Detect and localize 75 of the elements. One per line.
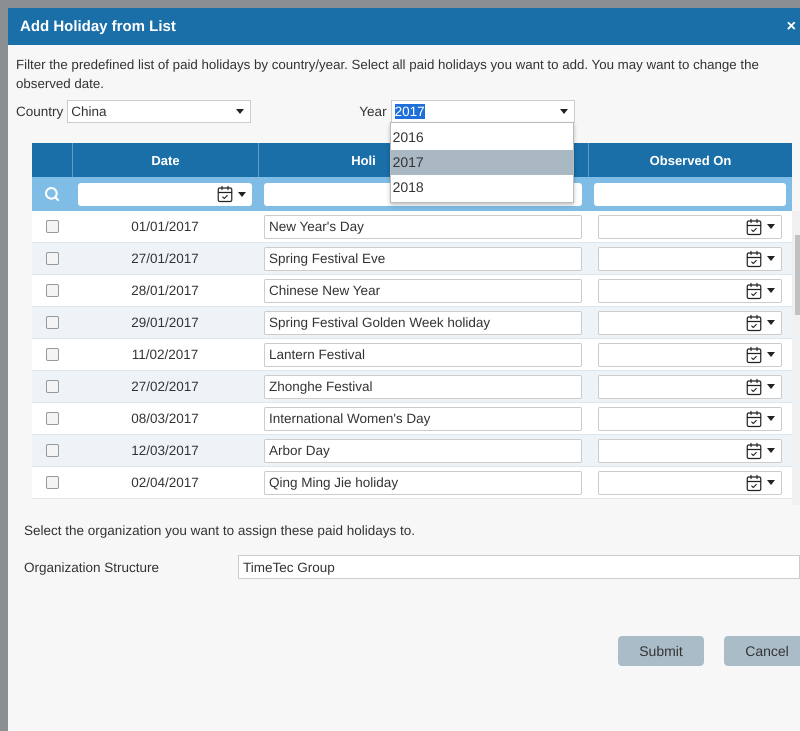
row-checkbox[interactable] [46,220,58,233]
dialog-title: Add Holiday from List [20,18,176,35]
observed-date-field[interactable] [598,406,782,430]
year-option[interactable]: 2016 [390,124,573,150]
holiday-name-field[interactable]: International Women's Day [264,406,582,430]
submit-button[interactable]: Submit [618,636,704,666]
holiday-name-field[interactable]: Qing Ming Jie holiday [264,470,582,494]
cancel-button[interactable]: Cancel [724,636,800,666]
observed-date-field[interactable] [598,310,782,334]
caret-icon [767,384,775,389]
calendar-icon[interactable] [745,442,763,460]
row-checkbox[interactable] [46,348,58,361]
observed-filter-field[interactable] [594,182,786,206]
year-label: Year [359,104,387,118]
caret-icon [767,224,775,229]
observed-date-field[interactable] [598,278,782,302]
observed-date-field[interactable] [598,374,782,398]
row-checkbox[interactable] [46,252,58,265]
date-cell-text: 01/01/2017 [130,219,200,234]
organization-label: Organization Structure [24,560,160,574]
caret-icon [767,448,775,453]
caret-icon [238,192,246,196]
instructions-text: Filter the predefined list of paid holidays by country/year. Select all paid holidays you want to add. You may want to change the observed date. [16,56,760,93]
holiday-name-field[interactable]: Zhonghe Festival [264,374,582,398]
observed-date-field[interactable] [598,470,782,494]
caret-icon [767,320,775,325]
row-checkbox[interactable] [46,316,58,329]
caret-icon [767,256,775,261]
date-cell-text: 11/02/2017 [130,347,200,362]
observed-date-field[interactable] [598,438,782,462]
date-cell-text: 29/01/2017 [130,315,200,330]
date-cell-text: 27/01/2017 [130,251,200,266]
year-option[interactable]: 2018 [390,174,573,200]
caret-icon [560,108,568,114]
holiday-name-field[interactable]: New Year's Day [264,214,582,238]
holiday-name-field[interactable]: Arbor Day [264,438,582,462]
close-button[interactable]: × [786,18,796,36]
date-cell-text: 08/03/2017 [130,411,200,426]
holiday-name-field[interactable]: Lantern Festival [264,342,582,366]
calendar-icon[interactable] [745,218,763,236]
caret-icon [767,288,775,293]
date-cell-text: 02/04/2017 [130,475,200,490]
organization-select[interactable]: TimeTec Group [238,555,800,579]
calendar-icon[interactable] [745,314,763,332]
calendar-icon[interactable] [745,474,763,492]
caret-icon [236,108,244,114]
caret-icon [767,480,775,485]
row-checkbox[interactable] [46,444,58,457]
date-filter-field[interactable] [78,182,252,206]
date-cell-text: 27/02/2017 [130,379,200,394]
row-checkbox[interactable] [46,476,58,489]
year-option[interactable]: 2017 [390,150,573,174]
calendar-icon[interactable] [745,250,763,268]
observed-date-field[interactable] [598,246,782,270]
country-label: Country [16,104,64,118]
row-checkbox[interactable] [46,284,58,297]
holiday-name-field[interactable]: Spring Festival Golden Week holiday [264,310,582,334]
organization-prompt: Select the organization you want to assign these paid holidays to. [24,523,416,538]
date-cell-text: 28/01/2017 [130,283,200,298]
calendar-icon[interactable] [216,185,234,203]
calendar-icon[interactable] [745,282,763,300]
row-checkbox[interactable] [46,380,58,393]
country-select[interactable]: China [67,100,252,122]
calendar-icon[interactable] [745,346,763,364]
year-select[interactable]: 2017 [390,100,575,122]
calendar-icon[interactable] [745,378,763,396]
caret-icon [767,416,775,421]
calendar-icon[interactable] [745,410,763,428]
holiday-name-field[interactable]: Spring Festival Eve [264,246,582,270]
observed-date-field[interactable] [598,214,782,238]
caret-icon [767,352,775,357]
holiday-name-field[interactable]: Chinese New Year [264,278,582,302]
row-checkbox[interactable] [46,412,58,425]
date-cell-text: 12/03/2017 [130,443,200,458]
observed-date-field[interactable] [598,342,782,366]
